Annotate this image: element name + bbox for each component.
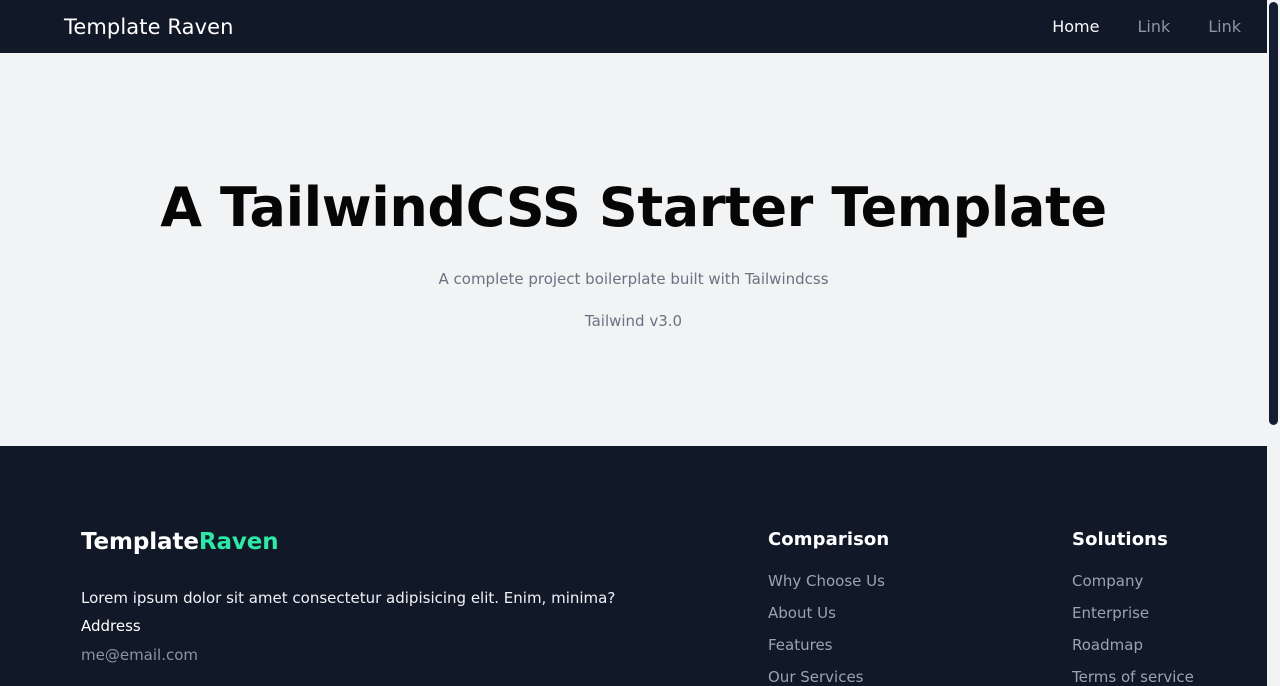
hero-version-text: Tailwind v3.0 xyxy=(584,311,683,330)
list-item: Why Choose Us xyxy=(768,571,889,592)
footer-description: Lorem ipsum dolor sit amet consectetur a… xyxy=(81,589,616,607)
footer-link-roadmap[interactable]: Roadmap xyxy=(1072,636,1143,654)
primary-navigation: Home Link Link xyxy=(1052,17,1241,36)
hero-section: A TailwindCSS Starter Template A complet… xyxy=(0,53,1267,446)
hero-subtitle: A complete project boilerplate built wit… xyxy=(438,270,829,289)
footer-link-about-us[interactable]: About Us xyxy=(768,604,836,622)
list-item: Company xyxy=(1072,571,1194,592)
list-item: Enterprise xyxy=(1072,603,1194,624)
footer-link-why-choose-us[interactable]: Why Choose Us xyxy=(768,572,885,590)
footer-logo-primary: Template xyxy=(81,529,199,555)
page-root: Template Raven Home Link Link A Tailwind… xyxy=(0,0,1280,686)
brand-logo[interactable]: Template Raven xyxy=(64,15,234,39)
footer-email-link[interactable]: me@email.com xyxy=(81,644,198,667)
footer-column-title-comparison: Comparison xyxy=(768,529,890,550)
footer-brand-column: TemplateRaven Lorem ipsum dolor sit amet… xyxy=(81,529,701,667)
footer-address-label: Address xyxy=(81,617,141,636)
footer-logo-accent: Raven xyxy=(198,529,279,555)
list-item: Features xyxy=(768,635,889,656)
footer-link-list-solutions: Company Enterprise Roadmap Terms of serv… xyxy=(1072,571,1194,686)
footer-link-enterprise[interactable]: Enterprise xyxy=(1072,604,1149,622)
footer-column-comparison: Comparison Why Choose Us About Us Featur… xyxy=(768,529,889,686)
nav-link-home[interactable]: Home xyxy=(1052,17,1099,36)
footer-link-list-comparison: Why Choose Us About Us Features Our Serv… xyxy=(768,571,889,686)
vertical-scrollbar-track[interactable] xyxy=(1267,0,1280,686)
site-footer: TemplateRaven Lorem ipsum dolor sit amet… xyxy=(0,446,1267,686)
list-item: Terms of service xyxy=(1072,667,1194,686)
site-header: Template Raven Home Link Link xyxy=(0,0,1267,53)
footer-link-terms-of-service[interactable]: Terms of service xyxy=(1072,668,1194,686)
footer-column-title-solutions: Solutions xyxy=(1072,529,1168,550)
nav-link-1[interactable]: Link xyxy=(1137,17,1170,36)
footer-link-company[interactable]: Company xyxy=(1072,572,1143,590)
hero-title: A TailwindCSS Starter Template xyxy=(160,176,1107,239)
footer-logo[interactable]: TemplateRaven xyxy=(81,529,701,555)
footer-link-features[interactable]: Features xyxy=(768,636,833,654)
footer-column-solutions: Solutions Company Enterprise Roadmap Ter… xyxy=(1072,529,1194,686)
footer-link-our-services[interactable]: Our Services xyxy=(768,668,864,686)
vertical-scrollbar-thumb[interactable] xyxy=(1269,2,1278,425)
list-item: Our Services xyxy=(768,667,889,686)
list-item: About Us xyxy=(768,603,889,624)
list-item: Roadmap xyxy=(1072,635,1194,656)
nav-link-2[interactable]: Link xyxy=(1208,17,1241,36)
